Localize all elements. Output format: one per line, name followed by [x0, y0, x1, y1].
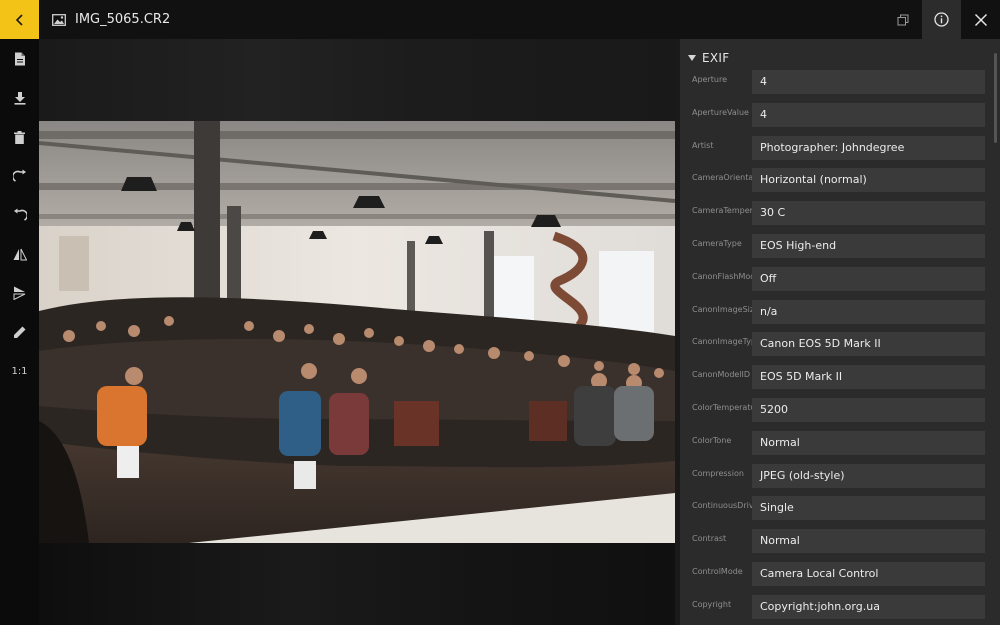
panel-scrollbar[interactable] — [994, 53, 997, 143]
exif-label: Aperture — [692, 75, 728, 84]
download-icon — [14, 91, 25, 105]
exif-label: CameraTemperature — [692, 206, 756, 216]
exif-value[interactable]: Photographer: Johndegree — [752, 135, 985, 160]
exif-section-header[interactable]: EXIF — [688, 51, 729, 65]
exif-row: ApertureValue 4 — [680, 102, 1000, 127]
actual-size-button[interactable]: 1:1 — [0, 356, 39, 386]
chevron-left-icon — [15, 13, 23, 26]
exif-row: CameraOrientationHorizontal (normal) — [680, 168, 1000, 193]
exif-value[interactable]: Camera Local Control — [752, 562, 985, 586]
actual-size-label: 1:1 — [11, 365, 28, 377]
exif-section-title: EXIF — [702, 51, 730, 65]
exif-label: CameraOrientation — [692, 173, 756, 183]
close-button[interactable] — [961, 0, 1000, 39]
left-toolbar: 1:1 — [0, 39, 39, 625]
photo-image — [39, 121, 675, 543]
exif-row: CanonImageType Canon EOS 5D Mark II — [680, 332, 1000, 357]
exif-row: Copyright Copyright:john.org.ua — [680, 594, 1000, 619]
pencil-icon — [14, 326, 26, 338]
exif-value[interactable]: n/a — [752, 299, 985, 324]
delete-button[interactable] — [0, 122, 39, 152]
exif-value[interactable]: 4 — [752, 102, 985, 127]
exif-label: ColorTemperature — [692, 403, 756, 412]
file-name: IMG_5065.CR2 — [75, 12, 171, 27]
info-button[interactable] — [922, 0, 961, 39]
restore-window-icon — [897, 14, 908, 25]
exif-label: ApertureValue — [692, 107, 749, 117]
exif-row: CameraTemperature30 C — [680, 201, 1000, 226]
exif-label: CanonImageSize — [692, 304, 756, 314]
exif-value[interactable]: Normal — [752, 430, 985, 455]
caret-down-icon — [688, 55, 696, 61]
exif-row: Aperture 4 — [680, 70, 1000, 94]
close-icon — [974, 13, 987, 26]
exif-label: Compression — [692, 468, 744, 478]
download-button[interactable] — [0, 83, 39, 113]
exif-label: ColorTone — [692, 435, 732, 445]
flip-horizontal-icon — [13, 248, 27, 260]
exif-label: ControlMode — [692, 567, 743, 576]
previous-image-ghost — [39, 39, 675, 121]
restore-window-button[interactable] — [883, 0, 922, 39]
photo-canvas[interactable] — [39, 121, 675, 543]
exif-row: ContinuousDrive Single — [680, 496, 1000, 521]
exif-value[interactable]: Off — [752, 266, 985, 291]
exif-value[interactable]: 4 — [752, 70, 985, 94]
exif-label: Copyright — [692, 599, 732, 609]
exif-value[interactable]: EOS 5D Mark II — [752, 365, 985, 390]
rotate-left-button[interactable] — [0, 200, 39, 230]
image-icon — [52, 13, 66, 26]
exif-label: CanonModelID — [692, 370, 751, 380]
rotate-right-button[interactable] — [0, 161, 39, 191]
edit-button[interactable] — [0, 317, 39, 347]
file-title: IMG_5065.CR2 — [52, 12, 883, 27]
next-image-ghost — [39, 543, 675, 625]
exif-value[interactable]: Horizontal (normal) — [752, 168, 985, 193]
info-icon — [934, 12, 949, 27]
exif-label: CameraType — [692, 239, 742, 248]
exif-label: CanonImageType — [692, 337, 756, 347]
exif-panel: EXIF Aperture 4 ApertureValue 4 Artist Photog… — [680, 39, 1000, 625]
image-viewer-app: IMG_5065.CR2 1:1 EXIF Aperture 4 Apertur… — [0, 0, 1000, 625]
exif-value[interactable]: Canon EOS 5D Mark II — [752, 332, 985, 357]
exif-label: Contrast — [692, 534, 727, 544]
exif-value[interactable]: 5200 — [752, 398, 985, 422]
exif-row: Contrast Normal — [680, 529, 1000, 554]
trash-icon — [14, 130, 25, 144]
file-button[interactable] — [0, 44, 39, 74]
exif-row: Compression JPEG (old-style) — [680, 463, 1000, 488]
rotate-left-icon — [13, 208, 27, 221]
exif-label: Artist — [692, 140, 714, 150]
back-button[interactable] — [0, 0, 39, 39]
exif-value[interactable]: 30 C — [752, 201, 985, 226]
exif-row: Artist Photographer: Johndegree — [680, 135, 1000, 160]
image-viewer[interactable] — [39, 39, 675, 625]
exif-row: ColorTemperature5200 — [680, 398, 1000, 422]
exif-row: CanonFlashMode Off — [680, 266, 1000, 291]
file-icon — [14, 52, 25, 66]
exif-row: CanonImageSize n/a — [680, 299, 1000, 324]
exif-value[interactable]: JPEG (old-style) — [752, 463, 985, 488]
exif-value[interactable]: Single — [752, 496, 985, 521]
exif-label: ContinuousDrive — [692, 501, 756, 511]
exif-value[interactable]: EOS High-end — [752, 234, 985, 258]
exif-value[interactable]: Normal — [752, 529, 985, 554]
exif-row: ColorTone Normal — [680, 430, 1000, 455]
top-bar: IMG_5065.CR2 — [0, 0, 1000, 39]
flip-vertical-button[interactable] — [0, 278, 39, 308]
exif-row: ControlMode Camera Local Control — [680, 562, 1000, 586]
exif-row: CameraType EOS High-end — [680, 234, 1000, 258]
exif-label: CanonFlashMode — [692, 271, 756, 281]
exif-row: CanonModelID EOS 5D Mark II — [680, 365, 1000, 390]
flip-horizontal-button[interactable] — [0, 239, 39, 269]
flip-vertical-icon — [13, 286, 26, 300]
exif-value[interactable]: Copyright:john.org.ua — [752, 594, 985, 619]
rotate-right-icon — [12, 169, 26, 182]
